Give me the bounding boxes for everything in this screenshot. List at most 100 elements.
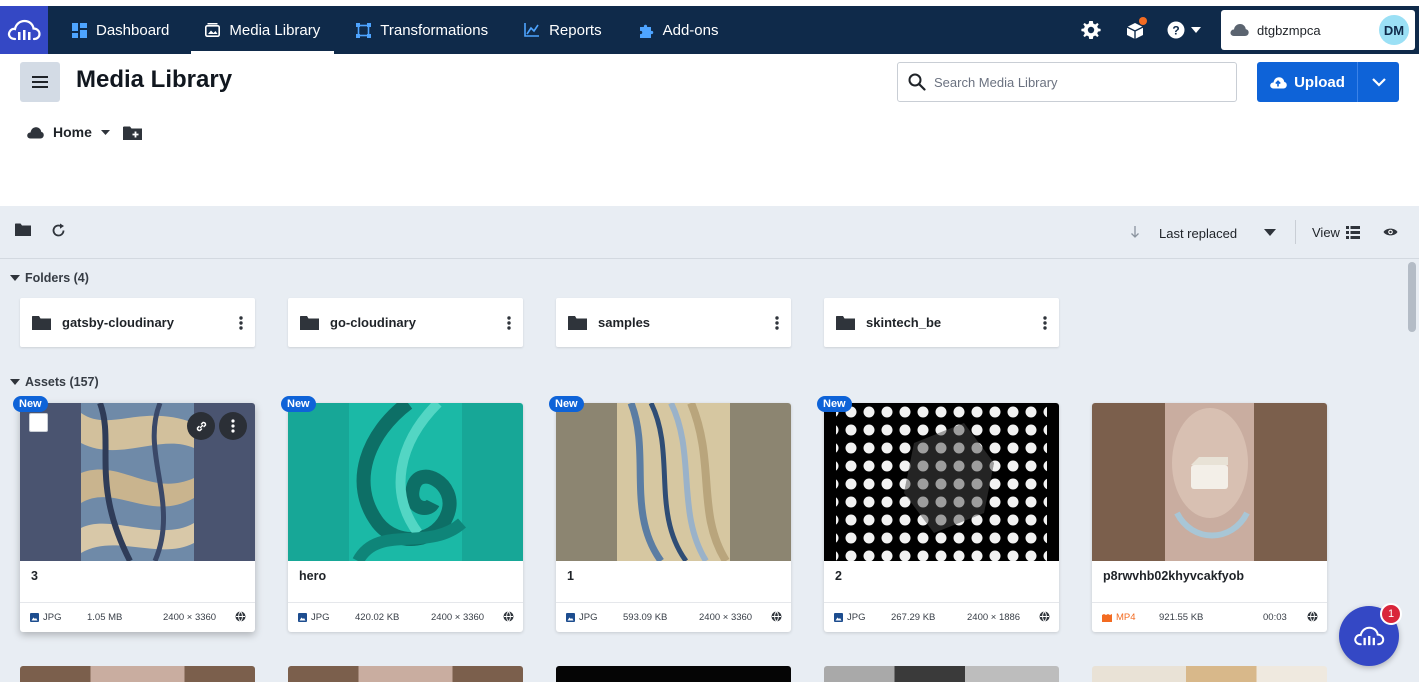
chevron-down-icon [1371, 77, 1386, 87]
sort-direction-icon[interactable] [1130, 226, 1140, 238]
folder-menu-button[interactable] [227, 315, 255, 330]
nav-addons-label: Add-ons [662, 21, 719, 39]
caret-down-icon[interactable] [100, 129, 110, 135]
video-frame-image [1092, 403, 1327, 561]
search-input[interactable] [934, 74, 1214, 90]
new-badge: New [281, 396, 316, 412]
asset-meta: JPG 267.29 KB 2400 × 1886 [824, 602, 1059, 632]
nav-transformations[interactable]: Transformations [338, 6, 506, 54]
folder-menu-button[interactable] [1031, 315, 1059, 330]
folder-name: gatsby-cloudinary [62, 315, 174, 330]
asset-card-partial[interactable] [1092, 666, 1327, 682]
more-vertical-icon [775, 315, 779, 330]
asset-size: 420.02 KB [355, 612, 400, 623]
top-nav: Dashboard Media Library Transformations … [0, 6, 1419, 54]
folder-name: samples [598, 315, 651, 330]
asset-toolbar: Last replaced View [0, 206, 1419, 259]
copy-link-button[interactable] [187, 412, 215, 440]
asset-card-partial[interactable] [556, 666, 791, 682]
new-badge: New [549, 396, 584, 412]
asset-duration: 00:03 [1263, 612, 1287, 623]
asset-format-label: JPG [847, 612, 866, 623]
select-checkbox[interactable] [29, 413, 48, 432]
asset-card[interactable]: New 3 JPG 1.05 MB 2400 × 3360 [13, 396, 255, 632]
folder-menu-button[interactable] [495, 315, 523, 330]
asset-thumbnail[interactable] [20, 403, 255, 561]
upload-options-button[interactable] [1358, 62, 1399, 102]
asset-thumbnail[interactable] [1092, 403, 1327, 561]
chevron-down-icon[interactable] [1264, 229, 1276, 236]
more-vertical-icon [1043, 315, 1047, 330]
asset-card[interactable]: New 1 JPG 593.09 KB 2400 × 3360 [549, 396, 791, 632]
scrollbar[interactable] [1407, 260, 1417, 682]
asset-name: p8rwvhb02khyvcakfyob [1103, 569, 1245, 583]
asset-format: JPG [298, 612, 329, 623]
nav-addons[interactable]: Add-ons [620, 6, 737, 54]
asset-card[interactable]: New 2 JPG 267.29 KB 2400 × 1886 [817, 396, 1059, 632]
asset-meta: JPG 593.09 KB 2400 × 3360 [556, 602, 791, 632]
eye-icon[interactable] [1383, 227, 1398, 237]
asset-card-partial[interactable] [824, 666, 1059, 682]
teal-swirl-image [288, 403, 523, 561]
notifications-button[interactable] [1113, 6, 1157, 54]
addons-icon [639, 24, 653, 38]
nav-dashboard[interactable]: Dashboard [54, 6, 187, 54]
refresh-icon[interactable] [51, 223, 66, 238]
asset-format: JPG [30, 612, 61, 623]
dashboard-icon [72, 22, 87, 38]
sidebar-toggle-button[interactable] [20, 62, 60, 102]
asset-card[interactable]: p8rwvhb02khyvcakfyob MP4 921.55 KB 00:03 [1092, 403, 1327, 632]
account-switcher[interactable]: dtgbzmpca DM [1221, 10, 1415, 50]
breadcrumb-home[interactable]: Home [53, 124, 92, 140]
toolbar-divider [1295, 220, 1296, 244]
folder-view-icon[interactable] [15, 223, 31, 236]
assets-section-toggle[interactable]: Assets (157) [10, 375, 99, 389]
image-icon [298, 613, 307, 622]
asset-card-partial[interactable] [20, 666, 255, 682]
folder-name: skintech_be [866, 315, 942, 330]
asset-dimensions: 2400 × 3360 [431, 612, 485, 623]
asset-meta: JPG 420.02 KB 2400 × 3360 [288, 602, 523, 632]
dots-cube-image [824, 403, 1059, 561]
nav-reports[interactable]: Reports [506, 6, 620, 54]
asset-size: 1.05 MB [87, 612, 123, 623]
add-folder-icon[interactable] [122, 125, 142, 140]
list-view-icon[interactable] [1346, 226, 1360, 239]
asset-dimensions: 2400 × 3360 [699, 612, 753, 623]
search-box[interactable] [897, 62, 1237, 102]
folder-icon [836, 316, 855, 330]
assets-heading: Assets (157) [25, 375, 99, 389]
asset-card-partial[interactable] [288, 666, 523, 682]
folder-card[interactable]: skintech_be [824, 298, 1059, 347]
upload-label: Upload [1294, 73, 1345, 91]
scrollbar-thumb[interactable] [1408, 262, 1416, 332]
asset-thumbnail[interactable] [288, 403, 523, 561]
folders-section-toggle[interactable]: Folders (4) [10, 271, 89, 285]
asset-dimensions: 2400 × 1886 [967, 612, 1021, 623]
asset-thumbnail[interactable] [824, 403, 1059, 561]
folder-card[interactable]: gatsby-cloudinary [20, 298, 255, 347]
nav-reports-label: Reports [549, 21, 602, 39]
asset-menu-button[interactable] [219, 412, 247, 440]
settings-button[interactable] [1069, 6, 1113, 54]
search-icon [908, 73, 926, 91]
folder-menu-button[interactable] [763, 315, 791, 330]
asset-meta: MP4 921.55 KB 00:03 [1092, 602, 1327, 632]
folder-card[interactable]: samples [556, 298, 791, 347]
help-menu-button[interactable]: ? [1157, 6, 1211, 54]
asset-thumbnail[interactable] [556, 403, 791, 561]
view-label[interactable]: View [1312, 225, 1340, 240]
page-title: Media Library [76, 66, 233, 93]
folder-card[interactable]: go-cloudinary [288, 298, 523, 347]
asset-card[interactable]: New hero JPG 420.02 KB 2400 × 3360 [281, 396, 523, 632]
cloud-name: dtgbzmpca [1257, 22, 1321, 38]
upload-control: Upload [1257, 62, 1399, 102]
public-globe-icon [771, 611, 782, 622]
gear-icon [1081, 21, 1101, 39]
cloudinary-logo[interactable] [0, 6, 48, 54]
avatar[interactable]: DM [1379, 15, 1409, 45]
nav-media-library[interactable]: Media Library [187, 6, 338, 54]
upload-button[interactable]: Upload [1257, 62, 1358, 102]
sort-select[interactable]: Last replaced [1159, 226, 1237, 241]
more-vertical-icon [507, 315, 511, 330]
